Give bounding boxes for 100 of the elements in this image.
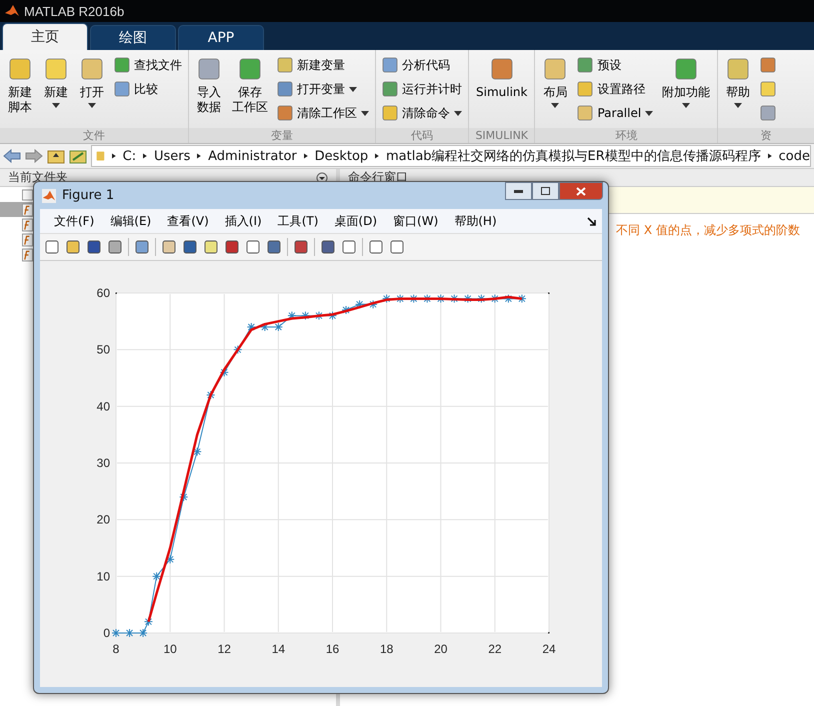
data-point xyxy=(409,294,418,304)
toolbar-button[interactable]: Parallel xyxy=(575,102,656,124)
path-segment[interactable]: code xyxy=(778,148,810,164)
toolbar-button[interactable]: 分析代码 xyxy=(380,54,464,76)
caret-icon xyxy=(734,103,742,108)
toolbar-button[interactable]: 打开 xyxy=(76,54,108,128)
function-file-icon xyxy=(22,218,33,232)
data-point xyxy=(220,368,229,377)
data-point xyxy=(179,492,188,502)
y-tick-label: 10 xyxy=(96,569,110,584)
path-segment[interactable]: Users xyxy=(154,148,190,164)
menu-item[interactable]: 插入(I) xyxy=(216,212,270,230)
warning-text: 不同 X 值的点，减少多项式的阶数 xyxy=(616,223,800,237)
data-point xyxy=(287,311,296,320)
ribbon-tab[interactable]: APP xyxy=(178,25,264,50)
data-point xyxy=(355,300,364,309)
group-label: 环境 xyxy=(535,128,718,143)
data-point xyxy=(192,447,202,456)
menu-item[interactable]: 桌面(D) xyxy=(326,212,386,230)
menu-item[interactable]: 文件(F) xyxy=(46,212,102,230)
y-tick-label: 30 xyxy=(96,456,110,470)
toolbar-icon xyxy=(542,56,568,82)
toolbar-icon xyxy=(577,81,594,97)
toolbar-icon xyxy=(237,56,263,82)
data-point xyxy=(422,294,432,304)
close-icon xyxy=(576,186,586,196)
ribbon-tab[interactable]: 绘图 xyxy=(90,25,176,50)
caret-icon xyxy=(454,110,462,116)
group-label: 变量 xyxy=(189,128,375,143)
minimize-button[interactable] xyxy=(505,182,532,200)
y-tick-label: 0 xyxy=(103,626,110,640)
x-tick-label: 24 xyxy=(542,642,556,656)
path-segment[interactable]: C: xyxy=(122,148,136,164)
y-tick-label: 40 xyxy=(96,399,110,414)
data-point xyxy=(152,572,162,581)
toolbar-icon xyxy=(673,56,700,82)
chevron-icon xyxy=(375,152,379,160)
group-label: SIMULINK xyxy=(469,128,534,143)
data-point xyxy=(436,294,446,304)
toolbar-icon xyxy=(114,57,130,73)
toolbar-icon xyxy=(277,57,293,73)
data-point xyxy=(382,294,392,304)
toolbar-button[interactable]: 比较 xyxy=(112,78,184,100)
menu-item[interactable]: 查看(V) xyxy=(159,212,217,230)
caret-icon xyxy=(88,103,96,108)
file-row[interactable] xyxy=(0,202,33,217)
caret-icon xyxy=(349,86,357,92)
menu-item[interactable]: 工具(T) xyxy=(270,212,326,230)
minimize-icon xyxy=(514,190,523,192)
toolbar-button[interactable]: 新建 脚本 xyxy=(4,54,36,128)
toolbar-button[interactable]: 布局 xyxy=(539,54,572,128)
caret-icon xyxy=(52,103,60,108)
toolbar-icon xyxy=(382,105,398,121)
chevron-icon xyxy=(143,152,147,160)
toolbar-icon xyxy=(577,57,594,73)
path-segment[interactable]: Administrator xyxy=(208,148,297,164)
dock-arrow-icon[interactable] xyxy=(587,216,596,226)
data-point xyxy=(112,628,120,638)
maximize-button[interactable] xyxy=(532,182,559,200)
checkbox-icon xyxy=(22,188,33,200)
toolbar-button[interactable]: 附加功能 xyxy=(659,54,714,128)
group-label: 资 xyxy=(718,128,814,143)
toolbar-button[interactable]: 新建变量 xyxy=(275,54,371,76)
ribbon-tab[interactable]: 主页 xyxy=(2,23,88,50)
y-tick-label: 50 xyxy=(96,342,110,357)
toolbar-button[interactable]: 设置路径 xyxy=(575,78,656,100)
path-field[interactable]: C: Users Administrator Desktop matlab编程社交网络的仿真模拟与ER模型中的信息传播源码程序 code xyxy=(91,145,811,167)
up-folder-icon[interactable] xyxy=(47,148,65,164)
toolbar-button[interactable]: 清除工作区 xyxy=(275,102,371,124)
toolbar-button[interactable]: 帮助 xyxy=(722,54,754,128)
toolbar-button[interactable]: 预设 xyxy=(575,54,656,76)
matlab-logo-icon xyxy=(42,188,56,202)
toolbar-button[interactable]: 保存 工作区 xyxy=(229,54,271,128)
toolbar-button[interactable]: Simulink xyxy=(473,54,530,128)
menu-item[interactable]: 编辑(E) xyxy=(102,212,160,230)
data-point xyxy=(368,300,378,309)
close-button[interactable] xyxy=(559,182,603,200)
toolbar-button[interactable]: 打开变量 xyxy=(275,78,371,100)
toolbar-icon xyxy=(760,57,776,73)
toolbar-icon xyxy=(725,56,752,82)
toolbar-icon xyxy=(79,56,105,82)
data-point xyxy=(144,617,153,626)
data-point xyxy=(246,322,256,332)
toolbar-button[interactable]: 查找文件 xyxy=(112,54,184,76)
x-tick-label: 14 xyxy=(272,642,286,656)
toolbar-button[interactable]: 导入 数据 xyxy=(193,54,225,128)
back-arrow-icon[interactable] xyxy=(3,149,21,163)
data-point xyxy=(463,294,472,304)
toolbar-icon xyxy=(382,81,398,97)
chevron-icon xyxy=(112,152,116,160)
x-tick-label: 22 xyxy=(488,642,502,656)
toolbar-button[interactable]: 新建 xyxy=(40,54,72,128)
path-segment[interactable]: matlab编程社交网络的仿真模拟与ER模型中的信息传播源码程序 xyxy=(386,147,761,165)
menu-item[interactable]: 窗口(W) xyxy=(385,212,446,230)
menu-item[interactable]: 帮助(H) xyxy=(446,212,505,230)
toolbar-button[interactable]: 清除命令 xyxy=(380,102,464,124)
caret-icon xyxy=(645,110,654,116)
toolbar-icon xyxy=(43,56,69,82)
toolbar-button[interactable]: 运行并计时 xyxy=(380,78,464,100)
path-segment[interactable]: Desktop xyxy=(314,148,368,164)
